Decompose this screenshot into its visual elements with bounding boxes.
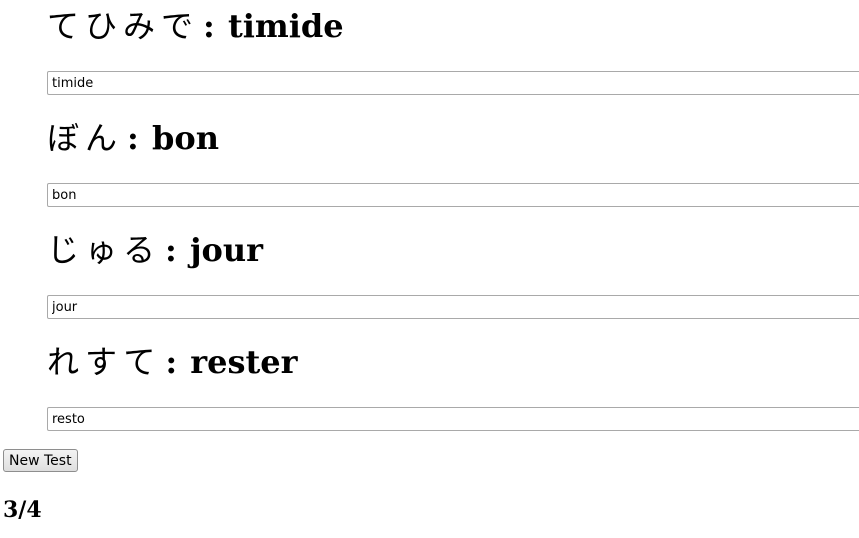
answer-input[interactable]: [47, 295, 859, 319]
french-word: timide: [227, 7, 344, 45]
separator: :: [165, 231, 177, 269]
kana-text: じゅる: [47, 231, 162, 269]
word-heading: てひみで: timide: [47, 7, 344, 45]
score-text: 3/4: [3, 497, 42, 523]
quiz-item: ぼん: bon: [47, 112, 859, 224]
answer-input[interactable]: [47, 407, 859, 431]
kana-text: れすて: [47, 343, 162, 381]
separator: :: [165, 343, 178, 381]
answer-input[interactable]: [47, 71, 859, 95]
separator: :: [203, 7, 215, 45]
separator: :: [127, 119, 139, 157]
word-heading: じゅる: jour: [47, 231, 263, 269]
kana-text: ぼん: [47, 119, 124, 157]
word-heading: ぼん: bon: [47, 119, 219, 157]
new-test-button[interactable]: New Test: [3, 449, 78, 472]
quiz-item: じゅる: jour: [47, 224, 859, 336]
french-word: jour: [189, 231, 264, 269]
quiz-item: てひみで: timide: [47, 0, 859, 112]
quiz-item: れすて: rester: [47, 336, 859, 448]
answer-input[interactable]: [47, 183, 859, 207]
word-heading: れすて: rester: [47, 343, 298, 381]
kana-text: てひみで: [47, 7, 200, 45]
quiz-list: てひみで: timide ぼん: bon じゅる: jour れすて: rest…: [47, 0, 859, 448]
french-word: bon: [151, 119, 219, 157]
quiz-page: てひみで: timide ぼん: bon じゅる: jour れすて: rest…: [0, 0, 859, 538]
french-word: rester: [190, 343, 298, 381]
